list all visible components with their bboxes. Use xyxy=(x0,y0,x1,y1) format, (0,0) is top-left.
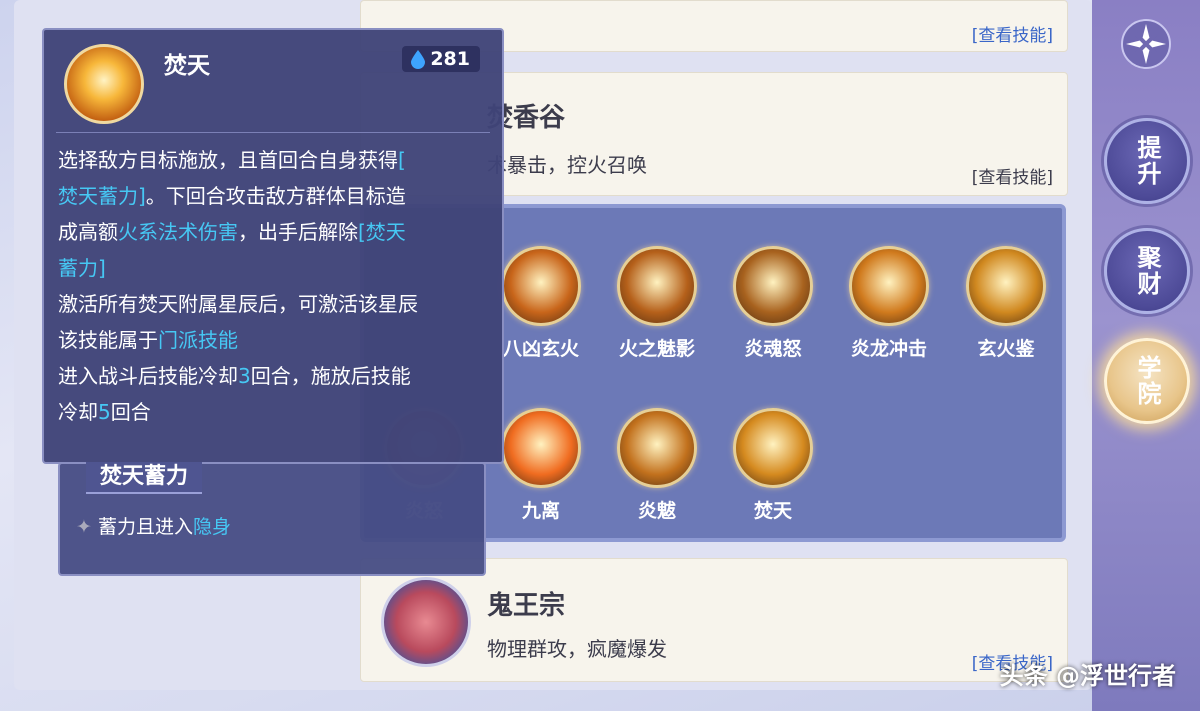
academy-button[interactable]: 学院 xyxy=(1104,338,1190,424)
skill-label: 九离 xyxy=(521,500,560,522)
view-skills-link-top[interactable]: [查看技能] xyxy=(972,21,1053,46)
skill-label: 焚天 xyxy=(753,500,792,522)
highlight-text: 焚天蓄力] xyxy=(58,184,146,208)
highlight-text: 门派技能 xyxy=(158,328,238,352)
skill-label: 八凶玄火 xyxy=(502,338,579,360)
right-rail: 提升 聚财 学院 xyxy=(1092,0,1200,711)
sect-emblem-icon xyxy=(381,577,471,667)
highlight-text: 5 xyxy=(98,400,111,424)
skill-item[interactable]: 炎龙冲击 xyxy=(844,246,934,361)
skill-name: 焚天 xyxy=(164,53,210,79)
skill-item[interactable]: 炎魂怒 xyxy=(728,246,818,361)
highlight-text: [焚天 xyxy=(358,220,406,244)
description-text: 回合 xyxy=(110,400,151,424)
sect-title: 鬼王宗 xyxy=(487,591,566,621)
description-line: 该技能属于门派技能 xyxy=(58,322,488,358)
skill-item[interactable]: 玄火鉴 xyxy=(961,246,1051,361)
skill-icon xyxy=(849,246,929,326)
skill-label: 炎魃 xyxy=(637,500,676,522)
skill-item[interactable]: 九离 xyxy=(496,408,586,523)
buff-tooltip: 焚天蓄力 ✦ 蓄力且进入隐身 xyxy=(58,462,486,576)
highlight-text: 火系法术伤害 xyxy=(118,220,238,244)
description-line: 焚天蓄力]。下回合攻击敌方群体目标造 xyxy=(58,178,488,214)
view-skills-link[interactable]: [查看技能] xyxy=(972,163,1053,188)
skill-icon-fentian xyxy=(64,44,144,124)
divider xyxy=(56,132,490,133)
skill-icon xyxy=(966,246,1046,326)
highlight-text: 蓄力] xyxy=(58,256,106,280)
sect-desc: 物理群攻，疯魔爆发 xyxy=(487,637,667,661)
description-text: 该技能属于 xyxy=(58,328,158,352)
highlight-text: [ xyxy=(398,148,406,172)
skill-icon xyxy=(501,408,581,488)
skill-icon xyxy=(617,246,697,326)
description-line: 冷却5回合 xyxy=(58,394,488,430)
cost-value: 281 xyxy=(430,48,470,70)
description-text: 成高额 xyxy=(58,220,118,244)
buff-title: 焚天蓄力 xyxy=(86,462,203,494)
description-text: 激活所有焚天附属星辰后，可激活该星辰 xyxy=(58,292,418,316)
close-icon[interactable] xyxy=(1120,18,1172,70)
skill-description: 选择敌方目标施放，且首回合自身获得[焚天蓄力]。下回合攻击敌方群体目标造 成高额火… xyxy=(58,142,488,430)
skill-cost: 281 xyxy=(402,46,480,72)
skill-label: 炎龙冲击 xyxy=(850,338,927,360)
buff-keyword: 隐身 xyxy=(192,516,231,538)
description-line: 蓄力] xyxy=(58,250,488,286)
skill-label: 炎魂怒 xyxy=(744,338,802,360)
water-drop-icon xyxy=(411,50,426,69)
buff-text: 蓄力且进入 xyxy=(97,516,193,538)
sparkle-icon: ✦ xyxy=(76,516,92,538)
description-text: 冷却 xyxy=(58,400,98,424)
skill-item[interactable]: 炎魃 xyxy=(612,408,702,523)
skill-label: 玄火鉴 xyxy=(977,338,1035,360)
sect-card-guiwangzong: 鬼王宗 物理群攻，疯魔爆发 [查看技能] xyxy=(360,558,1068,682)
upgrade-button[interactable]: 提升 xyxy=(1104,118,1190,204)
description-text: 进入战斗后技能冷却 xyxy=(58,364,238,388)
watermark: 头条 @浮世行者 xyxy=(999,662,1176,690)
skill-label: 火之魅影 xyxy=(618,338,695,360)
buff-desc: ✦ 蓄力且进入隐身 xyxy=(76,512,231,539)
description-line: 成高额火系法术伤害，出手后解除[焚天 xyxy=(58,214,488,250)
description-line: 进入战斗后技能冷却3回合，施放后技能 xyxy=(58,358,488,394)
skill-item[interactable]: 焚天 xyxy=(728,408,818,523)
description-text: ，出手后解除 xyxy=(238,220,358,244)
description-text: 回合，施放后技能 xyxy=(250,364,411,388)
description-line: 激活所有焚天附属星辰后，可激活该星辰 xyxy=(58,286,488,322)
skill-tooltip: 焚天 281 选择敌方目标施放，且首回合自身获得[焚天蓄力]。下回合攻击敌方群体… xyxy=(42,28,504,464)
description-text: 选择敌方目标施放，且首回合自身获得 xyxy=(58,148,398,172)
skill-icon xyxy=(733,246,813,326)
skill-icon xyxy=(501,246,581,326)
description-line: 选择敌方目标施放，且首回合自身获得[ xyxy=(58,142,488,178)
sect-desc: 术暴击，控火召唤 xyxy=(487,153,647,177)
skill-item[interactable]: 八凶玄火 xyxy=(496,246,586,361)
skill-icon xyxy=(617,408,697,488)
highlight-text: 3 xyxy=(238,364,251,388)
description-text: 。下回合攻击敌方群体目标造 xyxy=(145,184,406,208)
skill-item[interactable]: 火之魅影 xyxy=(612,246,702,361)
skill-icon xyxy=(733,408,813,488)
wealth-button[interactable]: 聚财 xyxy=(1104,228,1190,314)
